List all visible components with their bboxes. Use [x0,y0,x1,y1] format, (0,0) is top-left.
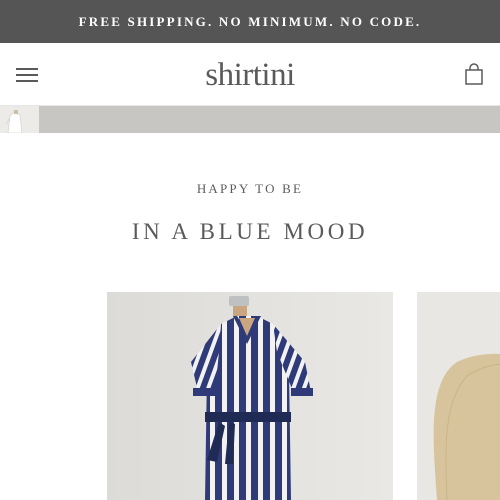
product-card-striped-dress[interactable] [107,292,393,500]
site-header: shirtini [0,43,500,106]
announcement-text: FREE SHIPPING. NO MINIMUM. NO CODE. [78,13,422,29]
collection-title: IN A BLUE MOOD [131,219,369,244]
hero-image-strip [0,106,500,133]
hero-thumbnail[interactable] [0,106,39,133]
collection-subtitle: HAPPY TO BE [196,181,304,196]
announcement-bar: FREE SHIPPING. NO MINIMUM. NO CODE. [0,0,500,43]
product-card-dress-form[interactable] [417,292,500,500]
shopping-bag-icon[interactable] [464,63,484,87]
burlap-dress-form-image [417,292,500,500]
site-logo[interactable]: shirtini [0,56,500,94]
striped-shirt-dress-image [107,292,393,500]
